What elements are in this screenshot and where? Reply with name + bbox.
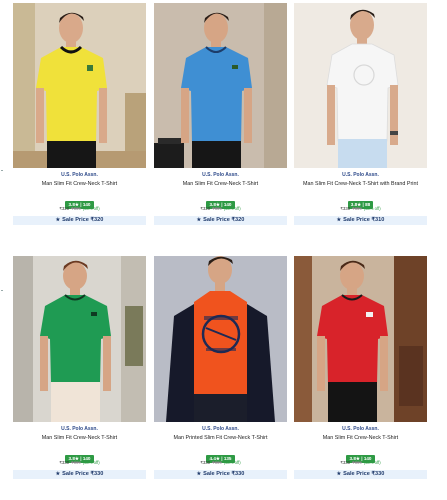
sale-price-label: Sale Price ₹320 <box>62 217 104 223</box>
price: ₹320 <box>200 206 211 211</box>
sale-price-label: Sale Price ₹310 <box>343 217 385 223</box>
product-title[interactable]: Man Slim Fit Crew-Neck T-Shirt <box>13 435 146 442</box>
sale-price-banner: ★ Sale Price ₹320 <box>154 216 287 225</box>
mrp: ₹899 <box>71 206 81 211</box>
sale-price-label: Sale Price ₹330 <box>343 471 385 477</box>
discount: (63% off) <box>223 460 241 465</box>
product-title[interactable]: Man Slim Fit Crew-Neck T-Shirt <box>154 181 287 188</box>
product-image[interactable] <box>294 256 427 422</box>
product-card[interactable]: U.S. Polo Assn. Man Slim Fit Crew-Neck T… <box>294 3 427 225</box>
star-icon: ★ <box>55 217 61 223</box>
price: ₹330 <box>340 460 351 465</box>
product-image[interactable] <box>154 256 287 422</box>
price: ₹320 <box>59 206 70 211</box>
discount: (64% off) <box>223 206 241 211</box>
product-title[interactable]: Man Slim Fit Crew-Neck T-Shirt <box>294 435 427 442</box>
mrp: ₹899 <box>71 460 81 465</box>
edge-divider <box>1 170 3 171</box>
brand-name: U.S. Polo Assn. <box>342 426 379 432</box>
product-grid: U.S. Polo Assn. Man Slim Fit Crew-Neck T… <box>0 0 447 500</box>
star-icon: ★ <box>196 471 202 477</box>
star-icon: ★ <box>196 217 202 223</box>
product-card[interactable]: U.S. Polo Assn. Man Slim Fit Crew-Neck T… <box>154 3 287 225</box>
star-icon: ★ <box>336 471 342 477</box>
product-card[interactable]: U.S. Polo Assn. Man Printed Slim Fit Cre… <box>154 256 287 479</box>
star-icon: ★ <box>336 217 342 223</box>
product-image[interactable] <box>13 256 146 422</box>
price-row: ₹320 ₹899 (66% off) <box>13 206 146 212</box>
product-image[interactable] <box>154 3 287 168</box>
mrp: ₹899 <box>212 206 222 211</box>
brand-name: U.S. Polo Assn. <box>61 426 98 432</box>
brand-name: U.S. Polo Assn. <box>202 172 239 178</box>
edge-divider <box>1 290 3 291</box>
product-card[interactable]: U.S. Polo Assn. Man Slim Fit Crew-Neck T… <box>13 3 146 225</box>
brand-name: U.S. Polo Assn. <box>342 172 379 178</box>
product-image[interactable] <box>13 3 146 168</box>
mrp: ₹899 <box>212 460 222 465</box>
price-row: ₹320 ₹899 (64% off) <box>154 206 287 212</box>
star-icon: ★ <box>55 471 61 477</box>
product-title[interactable]: Man Slim Fit Crew-Neck T-Shirt with Bran… <box>294 181 427 188</box>
product-card[interactable]: U.S. Polo Assn. Man Slim Fit Crew-Neck T… <box>294 256 427 479</box>
price-row: ₹330 ₹899 (63% off) <box>154 460 287 466</box>
sale-price-label: Sale Price ₹330 <box>62 471 104 477</box>
discount: (66% off) <box>82 206 100 211</box>
sale-price-banner: ★ Sale Price ₹310 <box>294 216 427 225</box>
product-title[interactable]: Man Slim Fit Crew-Neck T-Shirt <box>13 181 146 188</box>
price-row: ₹330 ₹899 (63% off) <box>294 206 427 212</box>
sale-price-banner: ★ Sale Price ₹320 <box>13 216 146 225</box>
brand-name: U.S. Polo Assn. <box>202 426 239 432</box>
price: ₹330 <box>340 206 351 211</box>
brand-name: U.S. Polo Assn. <box>61 172 98 178</box>
product-image[interactable] <box>294 3 427 168</box>
mrp: ₹899 <box>352 460 362 465</box>
sale-price-label: Sale Price ₹330 <box>203 471 245 477</box>
product-card[interactable]: U.S. Polo Assn. Man Slim Fit Crew-Neck T… <box>13 256 146 479</box>
sale-price-banner: ★ Sale Price ₹330 <box>294 470 427 479</box>
mrp: ₹899 <box>352 206 362 211</box>
discount: (63% off) <box>363 460 381 465</box>
sale-price-banner: ★ Sale Price ₹330 <box>13 470 146 479</box>
sale-price-banner: ★ Sale Price ₹330 <box>154 470 287 479</box>
price: ₹330 <box>200 460 211 465</box>
price: ₹330 <box>59 460 70 465</box>
discount: (63% off) <box>363 206 381 211</box>
product-title[interactable]: Man Printed Slim Fit Crew-Neck T-Shirt <box>154 435 287 442</box>
price-row: ₹330 ₹899 (63% off) <box>294 460 427 466</box>
sale-price-label: Sale Price ₹320 <box>203 217 245 223</box>
price-row: ₹330 ₹899 (63% off) <box>13 460 146 466</box>
discount: (63% off) <box>82 460 100 465</box>
